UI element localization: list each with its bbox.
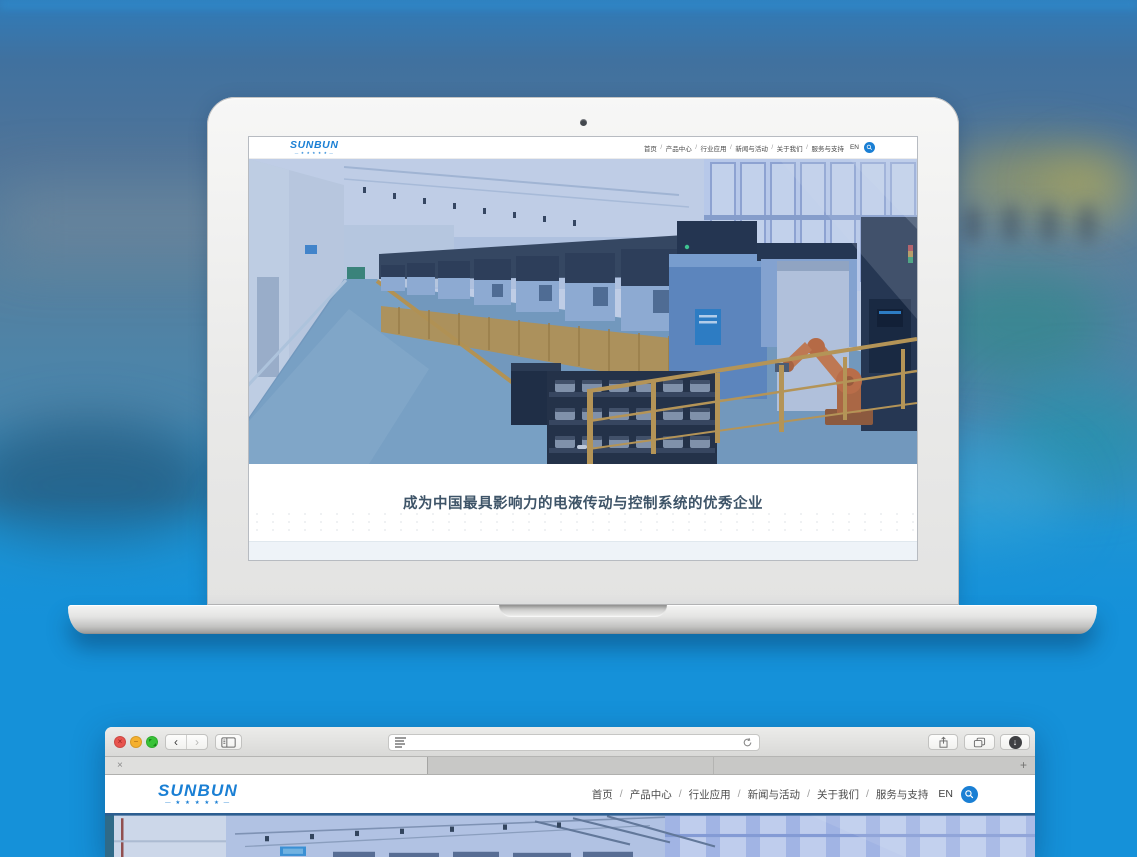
language-toggle[interactable]: EN [938,788,953,800]
nav-item-4[interactable]: 新闻与活动 [735,143,768,153]
site-logo[interactable]: SUNBUN — ★ ★ ★ ★ ★ — [158,782,238,807]
sidebar-icon [221,737,236,748]
tab-divider [713,757,714,774]
tab-overview-button[interactable] [964,734,995,750]
nav-separator: / [866,788,869,800]
logo-stars: — ★ ★ ★ ★ ★ — [295,152,334,156]
download-icon: ↓ [1009,736,1022,749]
nav-item-3[interactable]: 行业应用 [701,143,727,153]
forward-button[interactable]: › [187,735,207,749]
logo-text: SUNBUN [290,140,339,151]
active-tab[interactable]: × [105,757,428,774]
nav-separator: / [620,788,623,800]
nav-separator: / [660,144,662,151]
logo-stars: — ★ ★ ★ ★ ★ — [165,801,231,807]
nav-separator: / [806,144,808,151]
history-nav-group: ‹ › [165,734,208,750]
nav-item-5[interactable]: 关于我们 [777,143,803,153]
back-button[interactable]: ‹ [166,735,187,749]
search-button[interactable] [864,142,875,153]
minimize-icon: − [134,738,139,746]
hero-image-factory-top [105,813,1035,857]
language-toggle[interactable]: EN [850,144,859,151]
hero-image-factory [249,159,917,464]
desktop-stage: SUNBUN — ★ ★ ★ ★ ★ — 首页/产品中心/行业应用/新闻与活动/… [0,0,1137,857]
main-nav: 首页 / 产品中心 / 行业应用 / 新闻与活动 / 关于我们 / 服务与支持 [592,787,929,802]
minimize-window-button[interactable]: − [130,736,142,748]
webcam-dot [580,119,587,126]
hero-tagline: 成为中国最具影响力的电液传动与控制系统的优秀企业 [403,492,763,513]
laptop-base [68,605,1097,634]
close-icon: × [118,738,123,746]
share-icon [938,736,949,749]
nav-item-6[interactable]: 服务与支持 [876,787,929,802]
nav-item-6[interactable]: 服务与支持 [811,143,844,153]
zoom-window-button[interactable] [146,736,158,748]
logo-text: SUNBUN [158,782,238,799]
laptop-mockup: SUNBUN — ★ ★ ★ ★ ★ — 首页/产品中心/行业应用/新闻与活动/… [68,97,1097,642]
site-header: SUNBUN — ★ ★ ★ ★ ★ — 首页/产品中心/行业应用/新闻与活动/… [249,137,917,159]
new-tab-button[interactable]: + [1020,759,1027,771]
nav-separator: / [730,144,732,151]
nav-separator: / [695,144,697,151]
search-icon [964,789,975,800]
browser-tab-bar: × + [105,757,1035,775]
laptop-screen-content: SUNBUN — ★ ★ ★ ★ ★ — 首页/产品中心/行业应用/新闻与活动/… [249,137,917,560]
sidebar-toggle-button[interactable] [215,734,242,750]
nav-item-3[interactable]: 行业应用 [689,787,731,802]
nav-separator: / [679,788,682,800]
downloads-button[interactable]: ↓ [1000,734,1030,750]
factory-ceiling-illustration [105,813,1035,857]
site-header: SUNBUN — ★ ★ ★ ★ ★ — 首页 / 产品中心 / 行业应用 / 新闻与活动 /… [105,775,1035,813]
nav-separator: / [738,788,741,800]
share-button[interactable] [928,734,958,750]
download-arrow: ↓ [1013,738,1018,747]
reader-mode-icon[interactable] [395,737,406,748]
address-input[interactable] [412,736,742,749]
nav-item-4[interactable]: 新闻与活动 [748,787,801,802]
nav-item-1[interactable]: 首页 [644,143,657,153]
reload-icon[interactable] [742,737,753,748]
nav-item-5[interactable]: 关于我们 [817,787,859,802]
close-tab-button[interactable]: × [117,761,123,771]
close-window-button[interactable]: × [114,736,126,748]
browser-window: × − ‹ › [105,727,1035,857]
tagline-section: 成为中国最具影响力的电液传动与控制系统的优秀企业 [249,464,917,541]
header-right: 首页 / 产品中心 / 行业应用 / 新闻与活动 / 关于我们 / 服务与支持 EN [592,786,978,803]
footer-band [249,541,917,560]
nav-separator: / [807,788,810,800]
laptop-screen-bezel: SUNBUN — ★ ★ ★ ★ ★ — 首页/产品中心/行业应用/新闻与活动/… [207,97,959,605]
window-controls: × − [114,736,158,748]
tab-overview-icon [973,737,986,748]
laptop-lid-notch [499,605,667,617]
header-right: 首页/产品中心/行业应用/新闻与活动/关于我们/服务与支持 EN [644,142,875,153]
main-nav: 首页/产品中心/行业应用/新闻与活动/关于我们/服务与支持 [644,143,844,153]
site-logo[interactable]: SUNBUN — ★ ★ ★ ★ ★ — [290,140,339,156]
search-button[interactable] [961,786,978,803]
nav-item-2[interactable]: 产品中心 [666,143,692,153]
nav-separator: / [771,144,773,151]
background-top-strip [0,0,1137,9]
browser-toolbar: × − ‹ › [105,727,1035,757]
address-bar [388,734,760,751]
nav-item-1[interactable]: 首页 [592,787,613,802]
search-icon [866,144,873,151]
nav-item-2[interactable]: 产品中心 [630,787,672,802]
factory-illustration [249,159,917,464]
